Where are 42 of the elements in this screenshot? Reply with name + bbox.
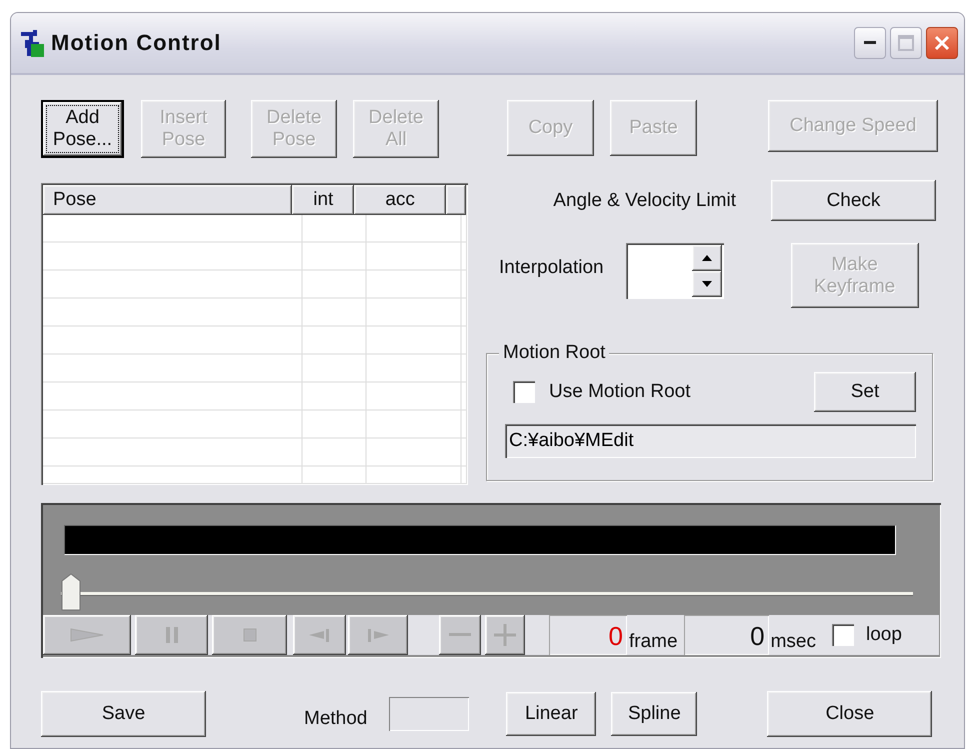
msec-readout: 0 <box>684 615 769 655</box>
minimize-icon <box>864 41 876 45</box>
frame-readout: 0 <box>549 615 627 655</box>
method-label: Method <box>304 708 368 730</box>
column-header-edge <box>446 185 466 215</box>
down-arrow-icon <box>702 281 712 287</box>
interpolation-spinner[interactable] <box>626 243 724 299</box>
up-arrow-icon <box>702 255 712 261</box>
window-title: Motion Control <box>51 30 222 56</box>
linear-button[interactable]: Linear <box>506 692 596 736</box>
loop-checkbox[interactable] <box>832 624 854 646</box>
save-button[interactable]: Save <box>41 691 206 737</box>
pose-button[interactable]: Add Pose... <box>41 100 124 158</box>
checkbox-label: Use Motion Root <box>549 381 691 403</box>
column-header[interactable]: Pose <box>43 185 292 215</box>
pause-icon <box>164 626 178 644</box>
spline-button[interactable]: Spline <box>611 692 698 736</box>
use-motion-root-checkbox[interactable] <box>513 381 535 403</box>
spin-down-button[interactable] <box>692 271 722 297</box>
check-button[interactable]: Check <box>771 180 936 221</box>
close-button[interactable]: Close <box>767 691 932 737</box>
slider-thumb[interactable] <box>61 573 81 611</box>
title-close-button[interactable] <box>926 27 958 59</box>
close-icon <box>934 35 950 51</box>
step-forward-icon <box>366 627 390 643</box>
msec-unit: msec <box>770 631 816 653</box>
plus-icon <box>494 624 516 646</box>
loop-label: loop <box>866 624 902 646</box>
limit-label: Angle & Velocity Limit <box>553 190 736 212</box>
minus-icon <box>449 633 471 637</box>
maximize-icon <box>898 35 914 51</box>
column-header[interactable]: int <box>292 185 354 215</box>
interpolation-label: Interpolation <box>499 257 604 279</box>
spin-up-button[interactable] <box>692 245 722 271</box>
stop-icon <box>242 628 256 642</box>
frame-unit: frame <box>629 631 678 653</box>
title-minimize-button[interactable] <box>854 27 886 59</box>
path-field[interactable]: C:¥aibo¥MEdit <box>505 424 916 458</box>
set-button[interactable]: Set <box>814 372 916 412</box>
play-icon <box>70 628 104 642</box>
column-header[interactable]: acc <box>354 185 446 215</box>
step-back-icon <box>308 627 332 643</box>
